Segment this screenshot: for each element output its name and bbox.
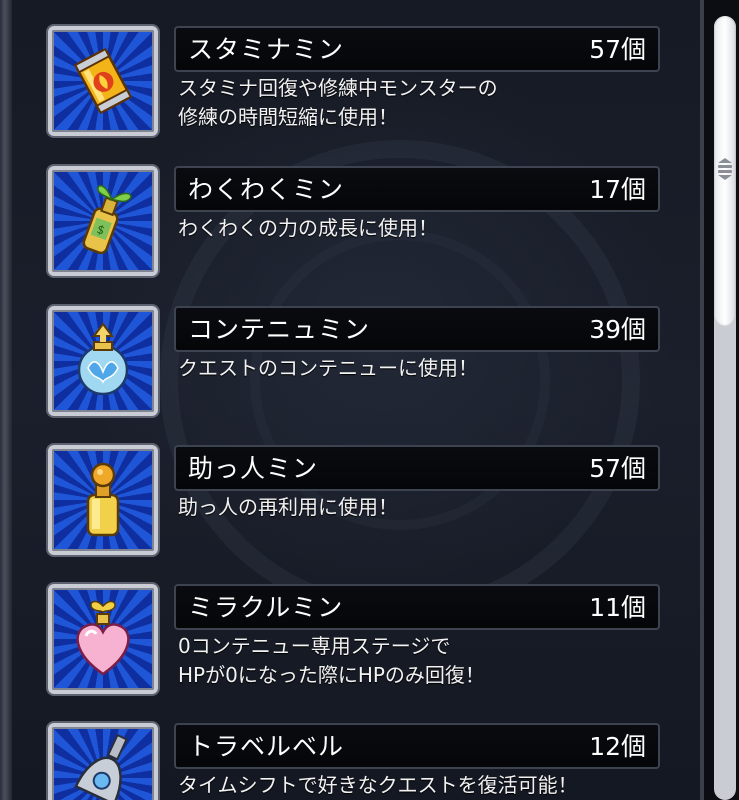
item-description-line: 修練の時間短縮に使用！ (178, 105, 398, 129)
item-description: クエストのコンテニューに使用！ (178, 354, 658, 383)
item-list-screen: スタミナミン 57個 スタミナ回復や修練中モンスターの 修練の時間短縮に使用！ … (0, 0, 739, 800)
list-item-wakuwaku[interactable]: $ わくわくミン 17個 わくわくの力の成長に使用！ (48, 166, 660, 276)
item-description: 0コンテニュー専用ステージで HPが0になった際にHPのみ回復！ (178, 632, 658, 690)
item-name: トラベルベル (188, 732, 345, 761)
helper-bottle-icon (48, 445, 158, 555)
item-name-bar: 助っ人ミン 57個 (174, 445, 660, 491)
item-name: コンテニュミン (188, 315, 371, 344)
item-name: わくわくミン (188, 175, 345, 204)
item-name-bar: コンテニュミン 39個 (174, 306, 660, 352)
item-description-line: スタミナ回復や修練中モンスターの (178, 76, 498, 100)
list-item-continue[interactable]: コンテニュミン 39個 クエストのコンテニューに使用！ (48, 306, 660, 416)
item-count: 39個 (589, 315, 646, 344)
list-item-travel-bell[interactable]: トラベルベル 12個 タイムシフトで好きなクエストを復活可能！ (48, 723, 660, 800)
item-count: 12個 (589, 732, 646, 761)
item-description-line: わくわくの力の成長に使用！ (178, 216, 438, 240)
winged-jar-icon (48, 306, 158, 416)
item-description: わくわくの力の成長に使用！ (178, 214, 658, 243)
item-description-line: HPが0になった際にHPのみ回復！ (178, 663, 485, 687)
item-count: 57個 (589, 35, 646, 64)
item-description-line: タイムシフトで好きなクエストを復活可能！ (178, 773, 578, 797)
list-item-stamina[interactable]: スタミナミン 57個 スタミナ回復や修練中モンスターの 修練の時間短縮に使用！ (48, 26, 660, 136)
item-count: 57個 (589, 454, 646, 483)
travel-bell-icon (48, 723, 158, 800)
item-description: タイムシフトで好きなクエストを復活可能！ (178, 771, 658, 800)
item-name: ミラクルミン (188, 593, 344, 622)
item-name-bar: トラベルベル 12個 (174, 723, 660, 769)
heart-bottle-icon (48, 584, 158, 694)
stamina-can-icon (48, 26, 158, 136)
item-description-line: 助っ人の再利用に使用！ (178, 495, 398, 519)
item-name: スタミナミン (188, 35, 345, 64)
item-count: 11個 (589, 593, 646, 622)
list-item-helper[interactable]: 助っ人ミン 57個 助っ人の再利用に使用！ (48, 445, 660, 555)
list-item-miracle[interactable]: ミラクルミン 11個 0コンテニュー専用ステージで HPが0になった際にHPのみ… (48, 584, 660, 694)
item-description-line: 0コンテニュー専用ステージで (178, 634, 451, 658)
item-name-bar: ミラクルミン 11個 (174, 584, 660, 630)
item-name-bar: スタミナミン 57個 (174, 26, 660, 72)
item-name: 助っ人ミン (188, 454, 319, 483)
item-description: スタミナ回復や修練中モンスターの 修練の時間短縮に使用！ (178, 74, 658, 132)
sprout-bottle-icon: $ (48, 166, 158, 276)
scroll-grip-icon (718, 158, 732, 188)
item-name-bar: わくわくミン 17個 (174, 166, 660, 212)
left-frame (0, 0, 12, 800)
item-count: 17個 (589, 175, 646, 204)
item-description-line: クエストのコンテニューに使用！ (178, 356, 478, 380)
item-description: 助っ人の再利用に使用！ (178, 493, 658, 522)
